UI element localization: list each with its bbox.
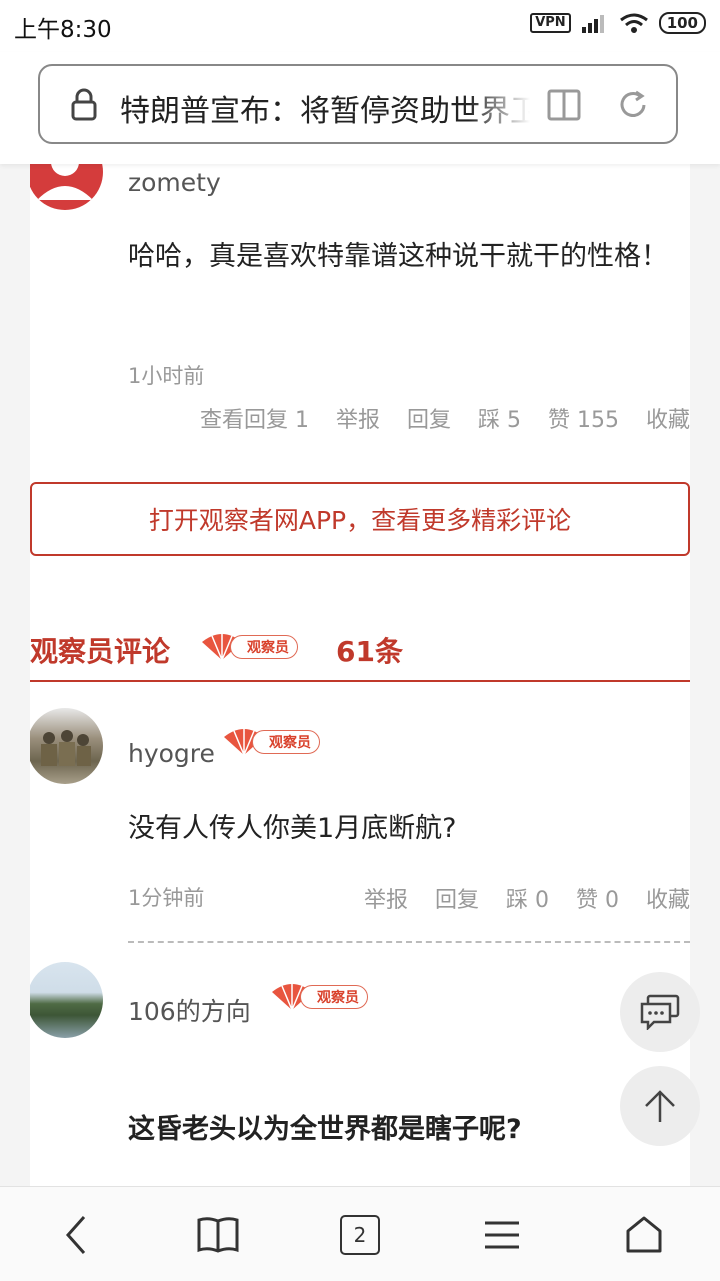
reply-button[interactable]: 回复 <box>407 402 451 434</box>
comment-actions: 查看回复 1 举报 回复 踩 5 赞 155 收藏 <box>200 402 690 434</box>
lock-icon <box>71 88 97 121</box>
battery-indicator: 100 <box>658 12 706 34</box>
status-icons: VPN 100 <box>530 12 706 34</box>
avatar[interactable] <box>30 962 103 1038</box>
comment-count: 61条 <box>336 635 403 668</box>
like-button[interactable]: 赞 0 <box>576 882 619 914</box>
back-button[interactable] <box>52 1211 100 1259</box>
comment-fab[interactable] <box>620 972 700 1052</box>
favorite-button[interactable]: 收藏 <box>646 882 690 914</box>
refresh-icon[interactable] <box>616 88 650 122</box>
tabs-icon: 2 <box>340 1215 380 1255</box>
wifi-icon <box>619 13 648 33</box>
chevron-left-icon <box>65 1216 86 1254</box>
arrow-up-icon <box>645 1090 675 1122</box>
observer-badge: 观察员 <box>270 982 368 1012</box>
like-button[interactable]: 赞 155 <box>548 402 619 434</box>
view-replies-button[interactable]: 查看回复 1 <box>200 402 309 434</box>
comment-divider <box>128 941 690 943</box>
observer-badge-label: 观察员 <box>300 985 368 1009</box>
bookmarks-button[interactable] <box>194 1211 242 1259</box>
comment-username[interactable]: 106的方向 <box>128 992 251 1028</box>
dislike-button[interactable]: 踩 5 <box>478 402 521 434</box>
avatar[interactable] <box>30 708 103 784</box>
scroll-top-fab[interactable] <box>620 1066 700 1146</box>
home-icon <box>626 1216 662 1253</box>
tab-count: 2 <box>353 1223 367 1247</box>
vpn-indicator: VPN <box>530 13 571 33</box>
comment-username[interactable]: hyogre <box>128 739 215 768</box>
comment-actions: 举报 回复 踩 0 赞 0 收藏 <box>364 882 690 914</box>
tabs-button[interactable]: 2 <box>336 1211 384 1259</box>
home-button[interactable] <box>620 1211 668 1259</box>
observer-badge: 观察员 <box>222 727 320 757</box>
observer-badge-label: 观察员 <box>252 730 320 754</box>
comment-icon <box>640 994 680 1030</box>
comments-content: zomety 哈哈，真是喜欢特靠谱这种说干就干的性格！ 1小时前 查看回复 1 … <box>30 164 690 1186</box>
bottom-navigation: 2 <box>0 1186 720 1281</box>
signal-icon <box>581 15 604 33</box>
reader-mode-icon[interactable] <box>546 88 582 122</box>
address-bar[interactable]: 特朗普宣布：将暂停资助世界卫生组织 <box>38 64 678 144</box>
book-icon <box>197 1217 239 1253</box>
dislike-button[interactable]: 踩 0 <box>506 882 549 914</box>
status-bar: 上午8:30 VPN 100 <box>0 0 720 52</box>
browser-toolbar: 特朗普宣布：将暂停资助世界卫生组织 <box>0 52 720 164</box>
menu-icon <box>485 1221 519 1249</box>
comment-text: 没有人传人你美1月底断航? <box>128 813 457 844</box>
comment-text: 这昏老头以为全世界都是瞎子呢? <box>128 1114 522 1145</box>
comment-text: 哈哈，真是喜欢特靠谱这种说干就干的性格！ <box>128 241 668 272</box>
section-divider <box>30 680 690 682</box>
section-title: 观察员评论 <box>30 635 171 668</box>
observer-badge-label: 观察员 <box>230 635 298 659</box>
avatar[interactable] <box>30 164 103 210</box>
observer-badge: 观察员 <box>200 632 298 662</box>
comment-time: 1小时前 <box>128 364 205 388</box>
comment-time: 1分钟前 <box>128 886 205 910</box>
report-button[interactable]: 举报 <box>364 882 408 914</box>
default-avatar-icon <box>37 164 93 200</box>
open-app-button[interactable]: 打开观察者网APP，查看更多精彩评论 <box>30 482 690 556</box>
status-time: 上午8:30 <box>14 17 112 43</box>
report-button[interactable]: 举报 <box>336 402 380 434</box>
comment-username[interactable]: zomety <box>128 168 221 197</box>
reply-button[interactable]: 回复 <box>435 882 479 914</box>
photo-avatar-icon <box>41 730 91 766</box>
menu-button[interactable] <box>478 1211 526 1259</box>
favorite-button[interactable]: 收藏 <box>646 402 690 434</box>
page-title[interactable]: 特朗普宣布：将暂停资助世界卫生组织 <box>120 86 530 126</box>
